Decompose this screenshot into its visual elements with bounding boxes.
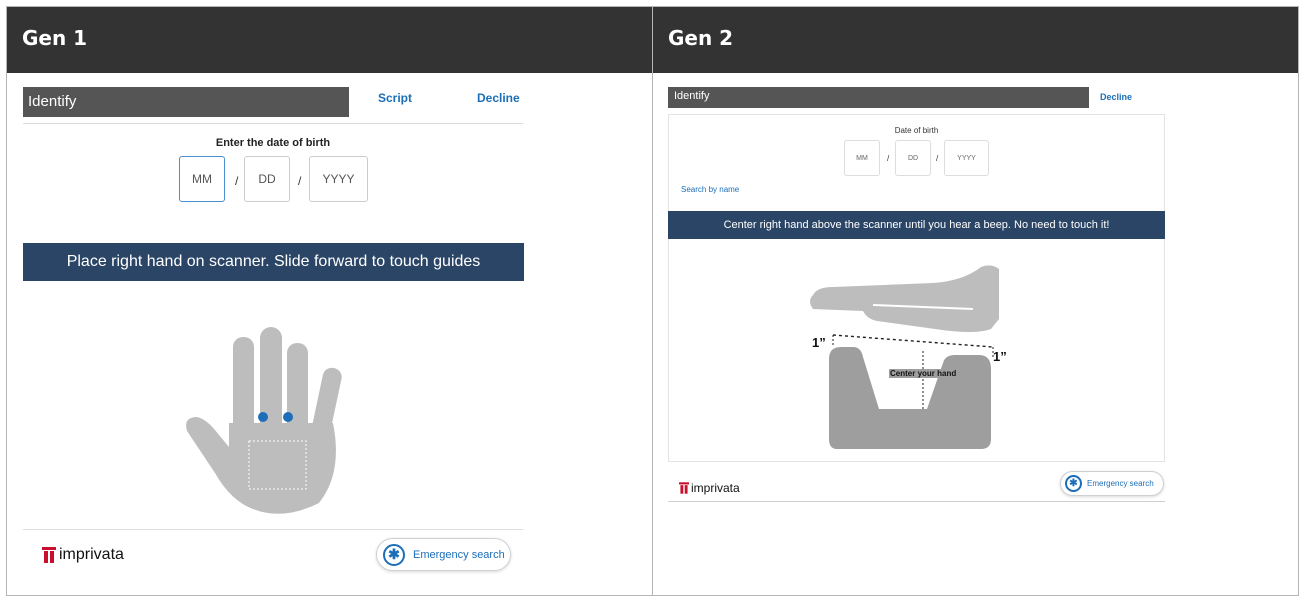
imprivata-logo-icon <box>42 547 56 563</box>
dob-year-input[interactable]: YYYY <box>944 140 989 176</box>
gen2-panel: Gen 2 Identify Decline Date of birth MM … <box>653 6 1299 596</box>
dob-day-input[interactable]: DD <box>895 140 931 176</box>
center-hand-label: Center your hand <box>889 369 958 378</box>
decline-link[interactable]: Decline <box>1100 92 1132 102</box>
instruction-banner: Center right hand above the scanner unti… <box>668 211 1165 239</box>
distance-label-left: 1” <box>812 335 826 350</box>
emergency-search-button[interactable]: ✱ Emergency search <box>376 538 511 571</box>
emergency-search-button[interactable]: ✱ Emergency search <box>1060 471 1164 496</box>
dob-day-input[interactable]: DD <box>244 156 290 202</box>
dob-label: Date of birth <box>894 126 939 135</box>
emergency-search-label: Emergency search <box>413 548 505 561</box>
dob-separator: / <box>936 154 939 163</box>
scanner-illustration <box>810 265 999 449</box>
dob-label: Enter the date of birth <box>215 137 331 149</box>
dob-separator: / <box>887 154 890 163</box>
search-by-name-link[interactable]: Search by name <box>681 185 739 194</box>
hand-placement-illustration <box>186 327 342 514</box>
logo-text: imprivata <box>691 481 740 495</box>
gen1-panel: Gen 1 Identify Script Decline Enter the … <box>6 6 653 596</box>
decline-link[interactable]: Decline <box>477 91 520 105</box>
distance-label-right: 1” <box>993 349 1007 364</box>
footer-divider <box>668 501 1165 502</box>
hand-side-shape <box>810 265 999 332</box>
emergency-asterisk-icon: ✱ <box>383 543 405 566</box>
script-link[interactable]: Script <box>378 91 412 105</box>
emergency-search-label: Emergency search <box>1087 479 1154 488</box>
identify-title-bar: Identify <box>23 87 349 117</box>
instruction-banner: Place right hand on scanner. Slide forwa… <box>23 243 524 281</box>
header-divider <box>23 123 523 124</box>
imprivata-logo: imprivata <box>679 481 740 495</box>
emergency-asterisk-icon: ✱ <box>1065 475 1082 492</box>
dob-month-input[interactable]: MM <box>844 140 880 176</box>
footer-divider <box>23 529 523 530</box>
dob-month-input[interactable]: MM <box>179 156 225 202</box>
dob-separator: / <box>235 174 239 188</box>
dob-separator: / <box>298 174 302 188</box>
logo-text: imprivata <box>59 546 124 563</box>
identify-title-bar: Identify <box>668 87 1089 108</box>
scanner-body <box>829 347 991 449</box>
dob-year-input[interactable]: YYYY <box>309 156 368 202</box>
gen2-header: Gen 2 <box>653 7 1298 73</box>
gen1-header: Gen 1 <box>7 7 652 73</box>
imprivata-logo-icon <box>679 482 689 494</box>
imprivata-logo: imprivata <box>42 546 124 564</box>
